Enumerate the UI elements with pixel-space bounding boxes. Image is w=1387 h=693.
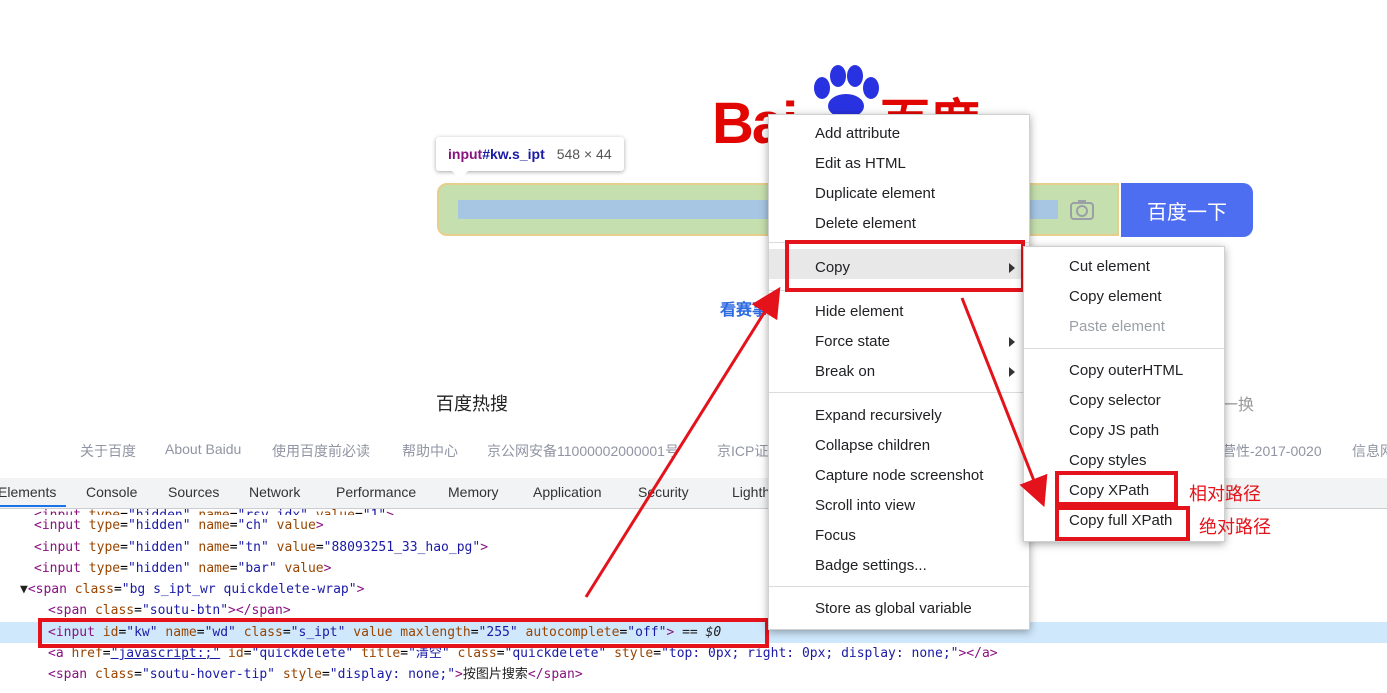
menu-cut-element[interactable]: Cut element: [1069, 258, 1150, 275]
tab-security[interactable]: Security: [638, 484, 689, 500]
xpath-highlight-box: [1055, 471, 1178, 506]
dom-line[interactable]: <input type="hidden" name="tn" value="88…: [34, 537, 488, 558]
baidu-paw-logo-icon: [814, 65, 879, 116]
menu-delete-element[interactable]: Delete element: [815, 215, 916, 232]
dom-line[interactable]: ▼<span class="bg s_ipt_wr quickdelete-wr…: [20, 579, 364, 600]
menu-expand-recursively[interactable]: Expand recursively: [815, 407, 942, 424]
search-button[interactable]: 百度一下: [1121, 183, 1253, 237]
footer-link[interactable]: About Baidu: [165, 441, 241, 457]
tab-performance[interactable]: Performance: [336, 484, 416, 500]
menu-separator: [1024, 348, 1224, 349]
menu-edit-as-html[interactable]: Edit as HTML: [815, 155, 906, 172]
menu-hide-element[interactable]: Hide element: [815, 303, 903, 320]
menu-collapse-children[interactable]: Collapse children: [815, 437, 930, 454]
menu-copy-js-path[interactable]: Copy JS path: [1069, 422, 1159, 439]
menu-copy-element[interactable]: Copy element: [1069, 288, 1162, 305]
footer-link[interactable]: 关于百度: [80, 441, 136, 461]
menu-add-attribute[interactable]: Add attribute: [815, 125, 900, 142]
absolute-path-annotation: 绝对路径: [1199, 517, 1271, 537]
menu-separator: [769, 392, 1029, 393]
tooltip-tag: input: [448, 146, 483, 162]
tab-lighthouse[interactable]: Lighth: [732, 484, 770, 500]
tab-network[interactable]: Network: [249, 484, 300, 500]
menu-capture-node-screenshot[interactable]: Capture node screenshot: [815, 467, 983, 484]
hot-search-title[interactable]: 百度热搜: [436, 390, 508, 416]
refresh-link[interactable]: 一换: [1222, 391, 1254, 415]
dom-line[interactable]: <input type="hidden" name="ch" value>: [34, 515, 324, 536]
tab-elements[interactable]: Elements: [0, 484, 56, 500]
dom-line[interactable]: <span class="soutu-hover-tip" style="dis…: [48, 664, 583, 685]
menu-break-on[interactable]: Break on: [815, 363, 875, 380]
menu-scroll-into-view[interactable]: Scroll into view: [815, 497, 915, 514]
dom-line[interactable]: <input type="hidden" name="rsv_idx" valu…: [34, 505, 394, 515]
menu-duplicate-element[interactable]: Duplicate element: [815, 185, 935, 202]
footer-link[interactable]: 帮助中心: [402, 441, 458, 461]
tooltip-selector: #kw.s_ipt: [482, 146, 545, 162]
menu-copy-selector[interactable]: Copy selector: [1069, 392, 1161, 409]
submenu-arrow-icon: [1009, 367, 1015, 377]
submenu-arrow-icon: [1009, 337, 1015, 347]
selected-node-highlight-box: [38, 618, 769, 648]
footer-link[interactable]: 使用百度前必读: [272, 441, 370, 461]
copy-highlight-box: [785, 240, 1025, 292]
element-inspect-tooltip: input #kw.s_ipt 548 × 44: [436, 137, 624, 171]
menu-store-as-global-variable[interactable]: Store as global variable: [815, 600, 972, 617]
menu-copy-outerhtml[interactable]: Copy outerHTML: [1069, 362, 1183, 379]
dom-line[interactable]: <input type="hidden" name="bar" value>: [34, 558, 331, 579]
footer-link[interactable]: 京ICP证: [717, 441, 768, 461]
tooltip-size: 548 × 44: [556, 146, 612, 162]
tab-sources[interactable]: Sources: [168, 484, 219, 500]
relative-path-annotation: 相对路径: [1189, 484, 1261, 504]
tab-application[interactable]: Application: [533, 484, 602, 500]
tab-memory[interactable]: Memory: [448, 484, 499, 500]
footer-link[interactable]: 营性-2017-0020: [1222, 441, 1322, 461]
menu-badge-settings[interactable]: Badge settings...: [815, 557, 927, 574]
full-xpath-highlight-box: [1055, 506, 1190, 541]
footer-link[interactable]: 信息网: [1352, 441, 1387, 461]
context-menu: Add attribute Edit as HTML Duplicate ele…: [768, 114, 1030, 630]
footer-link[interactable]: 京公网安备11000002000001号: [487, 441, 679, 461]
tab-console[interactable]: Console: [86, 484, 137, 500]
menu-focus[interactable]: Focus: [815, 527, 856, 544]
menu-copy-styles[interactable]: Copy styles: [1069, 452, 1147, 469]
menu-separator: [769, 586, 1029, 587]
menu-force-state[interactable]: Force state: [815, 333, 890, 350]
menu-paste-element: Paste element: [1069, 318, 1165, 335]
tooltip-arrow: [452, 171, 468, 179]
camera-icon[interactable]: [1068, 196, 1096, 224]
news-link[interactable]: 看赛事: [720, 296, 768, 320]
